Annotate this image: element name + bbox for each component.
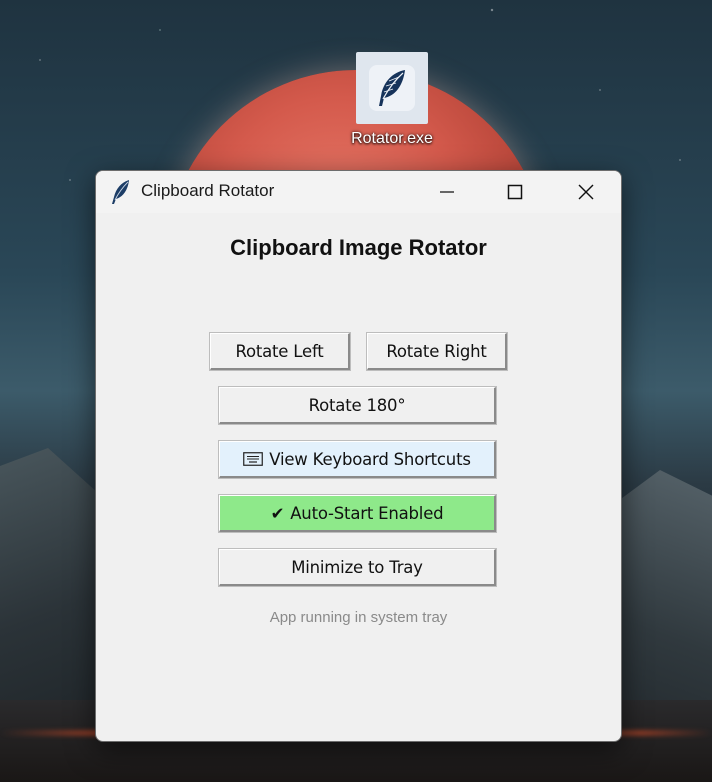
keyboard-icon bbox=[243, 452, 264, 466]
minimize-to-tray-label: Minimize to Tray bbox=[291, 557, 423, 577]
feather-icon bbox=[110, 179, 132, 205]
rotate-right-label: Rotate Right bbox=[386, 341, 487, 361]
close-button[interactable] bbox=[551, 171, 621, 213]
view-shortcuts-button[interactable]: View Keyboard Shortcuts bbox=[218, 440, 497, 479]
title-bar[interactable]: Clipboard Rotator bbox=[96, 171, 621, 213]
desktop: Rotator.exe Clipboard Rotator Clipboard … bbox=[0, 0, 712, 782]
feather-icon bbox=[369, 65, 415, 111]
window-title: Clipboard Rotator bbox=[141, 181, 275, 200]
maximize-icon bbox=[507, 184, 523, 200]
rotate-left-button[interactable]: Rotate Left bbox=[209, 332, 351, 371]
window-content: Clipboard Image Rotator Rotate Left Rota… bbox=[96, 213, 621, 741]
auto-start-label: Auto-Start Enabled bbox=[290, 503, 444, 523]
rotate-right-button[interactable]: Rotate Right bbox=[366, 332, 508, 371]
app-window: Clipboard Rotator Clipboard Image Rotato… bbox=[95, 170, 622, 742]
close-icon bbox=[578, 184, 594, 200]
auto-start-button[interactable]: ✔ Auto-Start Enabled bbox=[218, 494, 497, 533]
page-title: Clipboard Image Rotator bbox=[230, 235, 487, 260]
desktop-icon-tile[interactable] bbox=[356, 52, 428, 124]
rotate-180-button[interactable]: Rotate 180° bbox=[218, 386, 497, 425]
minimize-button[interactable] bbox=[412, 171, 482, 213]
maximize-button[interactable] bbox=[480, 171, 550, 213]
status-text: App running in system tray bbox=[269, 609, 448, 626]
rotate-180-label: Rotate 180° bbox=[308, 395, 406, 415]
view-shortcuts-label: View Keyboard Shortcuts bbox=[269, 449, 471, 469]
desktop-icon-rotator[interactable]: Rotator.exe bbox=[340, 52, 444, 148]
desktop-icon-label[interactable]: Rotator.exe bbox=[340, 130, 444, 148]
rotate-left-label: Rotate Left bbox=[235, 341, 324, 361]
minimize-icon bbox=[440, 191, 454, 193]
checkmark-icon: ✔ bbox=[270, 503, 285, 523]
minimize-to-tray-button[interactable]: Minimize to Tray bbox=[218, 548, 497, 587]
